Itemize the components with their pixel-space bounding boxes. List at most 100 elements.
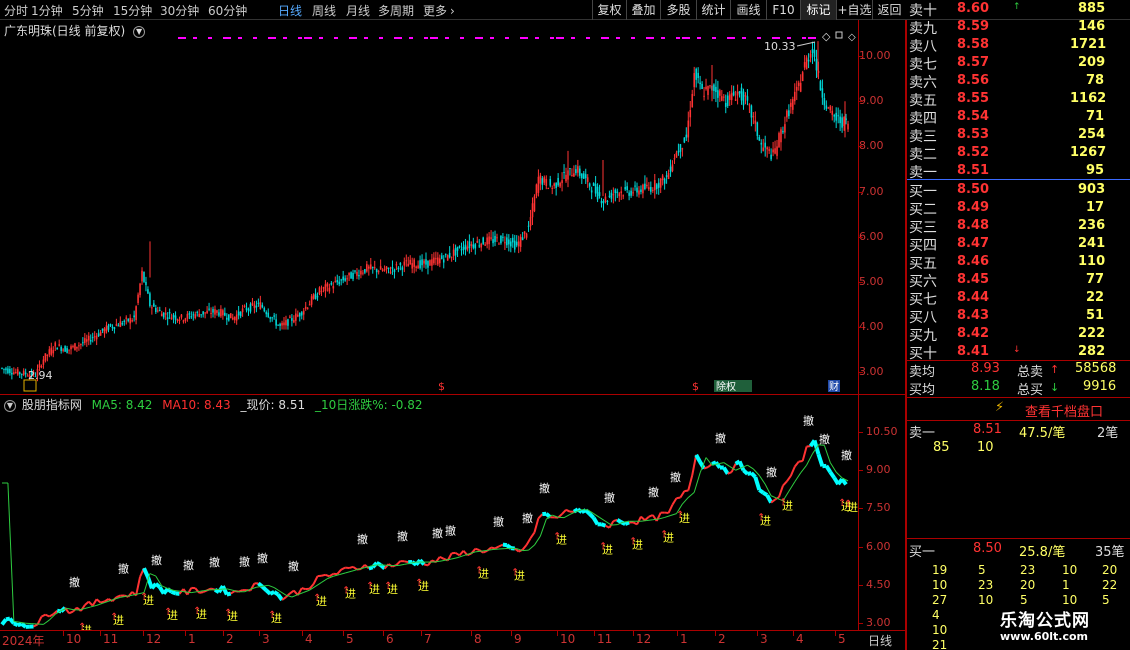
- book-volume: 22: [1086, 290, 1105, 305]
- arrow-up-icon: ↑: [140, 592, 148, 603]
- period-tab-daily[interactable]: 日线: [278, 2, 302, 19]
- period-tab-more[interactable]: 更多 ›: [423, 2, 455, 19]
- stats-button[interactable]: 统计: [696, 0, 730, 20]
- ma5-line: [457, 555, 464, 559]
- signal-band: [494, 545, 500, 550]
- sell1-detail-avg: 47.5/笔: [1019, 426, 1066, 441]
- candle-body: [494, 235, 496, 242]
- candle-body: [661, 175, 664, 181]
- book-volume: 282: [1078, 344, 1106, 359]
- candle-body: [285, 320, 287, 326]
- candle-body: [7, 368, 9, 374]
- time-tick: [185, 630, 186, 636]
- candle-body: [480, 243, 483, 248]
- candle-body: [22, 370, 25, 375]
- candle-body: [667, 172, 670, 179]
- time-tick: [471, 630, 472, 636]
- chevron-down-icon[interactable]: ▼: [4, 399, 16, 412]
- time-axis-period[interactable]: 日线: [868, 632, 892, 649]
- period-tab-monthly[interactable]: 月线: [346, 2, 370, 19]
- candle-body: [693, 73, 696, 88]
- indicator-tick-mark: [858, 584, 863, 586]
- add-watchlist-button[interactable]: +自选: [836, 0, 872, 20]
- candlestick-chart[interactable]: 10.332.94◇ ◇$ $ 除权财: [0, 20, 858, 394]
- thousand-level-button[interactable]: 查看千档盘口: [1025, 401, 1103, 420]
- candle-body: [82, 342, 84, 344]
- candle-body: [60, 346, 62, 351]
- candle-body: [500, 235, 502, 244]
- candle-body: [257, 302, 260, 304]
- candle-body: [435, 258, 437, 260]
- multi-stock-button[interactable]: 多股: [660, 0, 696, 20]
- indicator-chart[interactable]: 撤撤撤撤撤撤撤撤撤撤撤撤撤撤撤撤撤撤撤撤撤撤撤进↑进↑进↑进↑进↑进↑进↑进↑进…: [0, 412, 858, 630]
- thousand-level-row: ⚡ 查看千档盘口: [907, 398, 1130, 420]
- adjust-button[interactable]: 复权: [592, 0, 626, 20]
- ma5-line: [315, 582, 322, 587]
- candle-body: [332, 286, 335, 289]
- ma5-line: [43, 619, 50, 625]
- overlay-button[interactable]: 叠加: [626, 0, 660, 20]
- candle-body: [498, 243, 500, 245]
- candle-body: [573, 173, 575, 177]
- period-tab-multi[interactable]: 多周期: [378, 2, 414, 19]
- period-tab-60min[interactable]: 60分钟: [208, 2, 247, 19]
- signal-band: [679, 490, 686, 499]
- ma5-line: [788, 481, 796, 492]
- candle-body: [214, 309, 216, 315]
- event-dividend: $: [692, 380, 699, 393]
- ma5-line: [770, 495, 778, 499]
- candle-body: [320, 290, 323, 292]
- candle-body: [174, 315, 177, 320]
- signal-dot: [535, 37, 539, 39]
- candle-body: [600, 200, 603, 204]
- candle-body: [533, 196, 536, 212]
- candle-body: [437, 257, 439, 265]
- period-tab-weekly[interactable]: 周线: [312, 2, 336, 19]
- candle-body: [208, 308, 210, 310]
- signal-dot: [571, 37, 575, 39]
- candle-body: [186, 313, 189, 319]
- ma5-line: [7, 482, 15, 622]
- time-label: 5: [346, 632, 354, 646]
- period-tab-1min[interactable]: 1分钟: [31, 2, 63, 19]
- indicator-tick-mark: [858, 470, 863, 472]
- period-tab-5min[interactable]: 5分钟: [72, 2, 104, 19]
- draw-line-button[interactable]: 画线: [730, 0, 766, 20]
- candle-body: [107, 325, 110, 330]
- candle-body: [508, 239, 510, 245]
- signal-band: [605, 524, 610, 529]
- book-price: 8.52: [957, 145, 990, 160]
- candle-body: [293, 320, 295, 323]
- signal-dot: [409, 37, 413, 39]
- back-button[interactable]: 返回: [872, 0, 906, 20]
- candle-body: [472, 244, 475, 248]
- candle-body: [529, 217, 532, 227]
- candle-body: [255, 305, 258, 308]
- signal-band: [561, 509, 567, 515]
- f10-button[interactable]: F10: [766, 0, 800, 20]
- legend-ma10: MA10: 8.43: [162, 398, 231, 412]
- signal-dot: [319, 37, 323, 39]
- mark-button[interactable]: 标记: [800, 0, 836, 20]
- arrow-up-icon: ↑: [660, 529, 668, 540]
- candle-body: [722, 96, 725, 98]
- period-tab-15min[interactable]: 15分钟: [113, 2, 152, 19]
- period-tab-intraday[interactable]: 分时: [4, 2, 28, 19]
- candle-body: [109, 324, 112, 327]
- period-tab-30min[interactable]: 30分钟: [160, 2, 199, 19]
- candle-body: [440, 255, 443, 259]
- buy1-order: 5: [1102, 593, 1110, 607]
- candle-body: [395, 264, 398, 266]
- candle-body: [754, 120, 757, 124]
- arrow-up-icon: ↑: [366, 581, 374, 592]
- time-tick: [259, 630, 260, 636]
- signal-band: [84, 600, 90, 606]
- signal-band: [260, 585, 268, 592]
- candle-body: [387, 267, 390, 270]
- signal-dot: [556, 37, 564, 39]
- candle-body: [375, 269, 378, 273]
- watermark-name: 乐淘公式网: [1000, 611, 1090, 631]
- sell1-orders-row: 85 10: [907, 440, 1130, 458]
- signal-band: [36, 616, 43, 625]
- candle-body: [782, 130, 784, 133]
